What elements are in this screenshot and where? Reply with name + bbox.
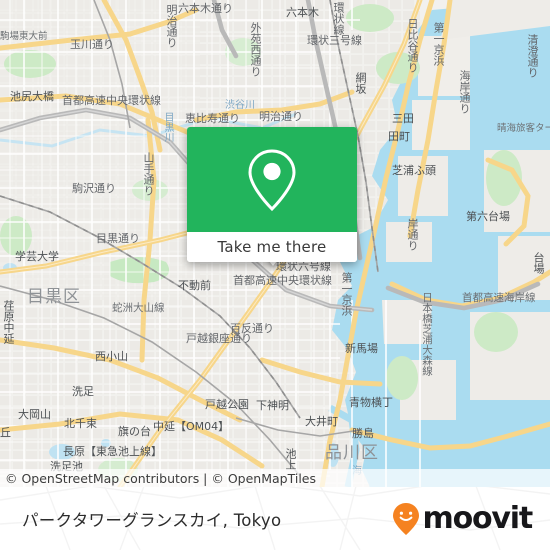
popup-card-header	[187, 127, 357, 232]
place-name-label: パークタワーグランスカイ, Tokyo	[22, 510, 282, 530]
moovit-map-screen: 明治通り 六本木通り 六本木 環状線 外苑西通り 環状三号線 日比谷通り 第一京浜 清澄通り 網坂…	[0, 0, 550, 550]
map-attribution: © OpenStreetMap contributors | © OpenMap…	[0, 469, 550, 487]
moovit-logo: moovit	[391, 501, 534, 536]
location-pin-icon	[248, 148, 296, 211]
moovit-smiley-pin-icon	[392, 502, 419, 535]
bottom-info-bar: パークタワーグランスカイ, Tokyo moovit	[0, 487, 550, 550]
attribution-text: © OpenStreetMap contributors | © OpenMap…	[5, 470, 317, 486]
take-me-there-button[interactable]: Take me there	[187, 232, 357, 262]
moovit-wordmark: moovit	[422, 501, 534, 536]
destination-popup-card[interactable]: Take me there	[187, 127, 357, 262]
map-canvas[interactable]: 明治通り 六本木通り 六本木 環状線 外苑西通り 環状三号線 日比谷通り 第一京浜 清澄通り 網坂…	[0, 0, 550, 487]
